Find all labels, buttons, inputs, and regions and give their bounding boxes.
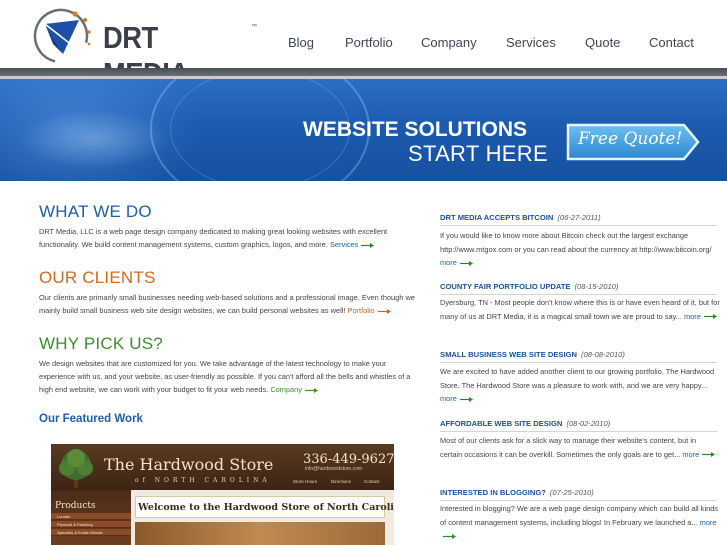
- news-more-link[interactable]: more: [684, 312, 717, 321]
- banner-headline: WEBSITE SOLUTIONS: [303, 118, 528, 141]
- trademark: ™: [251, 24, 257, 30]
- news-item-body: Dyersburg, TN - Most people don't know w…: [440, 298, 720, 321]
- news-divider: [440, 362, 717, 363]
- arrow-right-icon: [703, 314, 717, 320]
- arrow-right-icon: [377, 308, 391, 314]
- featured-work-screenshot[interactable]: The Hardwood Store of NORTH CAROLINA 336…: [51, 444, 394, 545]
- hero-banner: WEBSITE SOLUTIONS START HERE Free Quote!: [0, 79, 727, 181]
- arrow-right-icon: [361, 242, 375, 248]
- featured-menu-item: Directions: [331, 479, 352, 484]
- featured-email: info@hardwoodstore.com: [305, 466, 363, 472]
- featured-welcome-text: Welcome to the Hardwood Store of North C…: [138, 502, 394, 513]
- news-divider: [440, 294, 717, 295]
- nav-company[interactable]: Company: [421, 35, 477, 50]
- news-item-title[interactable]: AFFORDABLE WEB SITE DESIGN (08-02-2010): [440, 419, 610, 428]
- news-item-date: (08-15-2010): [574, 282, 619, 291]
- featured-menu-item: Contact: [364, 479, 380, 484]
- news-item-body: If you would like to know more about Bit…: [440, 231, 712, 267]
- news-item-date: (08-08-2010): [580, 350, 625, 359]
- company-link[interactable]: Company: [270, 385, 318, 394]
- nav-portfolio[interactable]: Portfolio: [345, 35, 393, 50]
- nav-quote[interactable]: Quote: [585, 35, 620, 50]
- featured-site-header: The Hardwood Store of NORTH CAROLINA 336…: [51, 444, 394, 490]
- featured-work-heading: Our Featured Work: [39, 413, 143, 425]
- featured-sidebar-item: Plywood & Paneling: [57, 522, 93, 527]
- news-item-date: (07-25-2010): [549, 488, 594, 497]
- featured-sidebar-item: Lumber: [57, 514, 71, 519]
- news-item-body: We are excited to have added another cli…: [440, 367, 715, 403]
- free-quote-label: Free Quote!: [578, 129, 683, 149]
- featured-photo: [135, 522, 385, 545]
- featured-menu-item: Store Hours: [293, 479, 318, 484]
- why-pick-us-text: We design websites that are customized f…: [39, 359, 411, 394]
- news-item-title[interactable]: SMALL BUSINESS WEB SITE DESIGN (08-08-201…: [440, 350, 625, 359]
- news-item-date: (08-02-2010): [566, 419, 611, 428]
- featured-phone: 336-449-9627: [303, 452, 394, 467]
- nav-services[interactable]: Services: [506, 35, 556, 50]
- news-divider: [440, 225, 717, 226]
- news-more-link[interactable]: more: [440, 258, 473, 267]
- why-pick-us-heading: WHY PICK US?: [39, 334, 163, 353]
- news-divider: [440, 500, 717, 501]
- our-clients-heading: OUR CLIENTS: [39, 268, 156, 287]
- news-more-link[interactable]: more: [440, 394, 473, 403]
- news-divider: [440, 431, 717, 432]
- arrow-right-icon: [702, 452, 716, 458]
- news-item-body: Interested in blogging? We are a web pag…: [440, 502, 720, 543]
- news-more-link[interactable]: more: [682, 450, 716, 459]
- site-header: DRT MEDIA ™ Blog Portfolio Company Servi…: [0, 0, 727, 91]
- featured-sidebar: Products Lumber Plywood & Paneling Speci…: [51, 490, 131, 545]
- portfolio-link[interactable]: Portfolio: [348, 306, 391, 315]
- news-item-title[interactable]: COUNTY FAIR PORTFOLIO UPDATE (08-15-2010): [440, 282, 618, 291]
- news-item-title[interactable]: DRT MEDIA ACCEPTS BITCOIN (06-27-2011): [440, 213, 601, 222]
- tree-icon: [59, 449, 93, 488]
- arrow-right-icon: [304, 387, 318, 393]
- arrow-right-icon: [459, 260, 473, 266]
- featured-sidebar-item: Specialty & Exotic Woods: [57, 530, 103, 535]
- our-clients-text: Our clients are primarily small business…: [39, 293, 415, 315]
- nav-blog[interactable]: Blog: [288, 35, 314, 50]
- featured-store-name: The Hardwood Store: [104, 455, 274, 474]
- arrow-right-icon: [443, 533, 456, 539]
- nav-contact[interactable]: Contact: [649, 35, 694, 50]
- featured-store-state: of NORTH CAROLINA: [135, 477, 271, 484]
- banner-subheadline: START HERE: [408, 141, 548, 166]
- featured-welcome-box: Welcome to the Hardwood Store of North C…: [135, 496, 394, 518]
- main-nav: Blog Portfolio Company Services Quote Co…: [0, 35, 727, 55]
- header-divider: [0, 68, 727, 76]
- what-we-do-heading: WHAT WE DO: [39, 202, 152, 221]
- arrow-right-icon: [459, 396, 473, 402]
- news-item-title[interactable]: INTERESTED IN BLOGGING? (07-25-2010): [440, 488, 594, 497]
- news-item-date: (06-27-2011): [557, 213, 601, 222]
- free-quote-button[interactable]: Free Quote!: [566, 123, 700, 161]
- services-link[interactable]: Services: [330, 240, 375, 249]
- news-item-body: Most of our clients ask for a slick way …: [440, 434, 720, 461]
- featured-sidebar-title: Products: [55, 501, 96, 511]
- what-we-do-text: DRT Media, LLC is a web page design comp…: [39, 227, 388, 249]
